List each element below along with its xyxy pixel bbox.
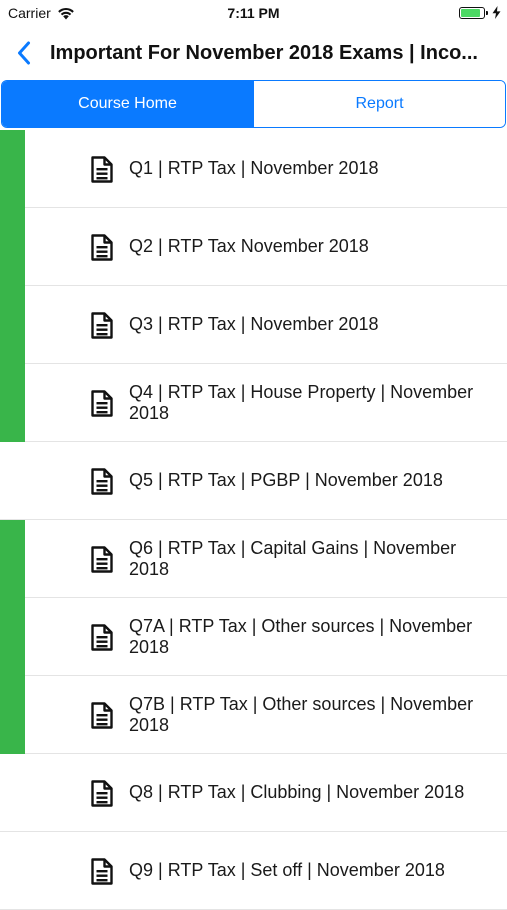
lesson-list: Q1 | RTP Tax | November 2018 Q2 | RTP Tax… xyxy=(0,130,507,910)
list-item[interactable]: Q3 | RTP Tax | November 2018 xyxy=(0,286,507,364)
completed-indicator xyxy=(0,676,25,754)
document-icon xyxy=(90,857,114,885)
completed-indicator xyxy=(0,130,25,208)
list-item[interactable]: Q2 | RTP Tax November 2018 xyxy=(0,208,507,286)
tab-report[interactable]: Report xyxy=(253,81,505,127)
list-item-title: Q7A | RTP Tax | Other sources | November… xyxy=(129,615,473,657)
list-item[interactable]: Q8 | RTP Tax | Clubbing | November 2018 xyxy=(0,754,507,832)
completed-indicator xyxy=(0,520,25,598)
list-item[interactable]: Q7B | RTP Tax | Other sources | November… xyxy=(0,676,507,754)
list-item-title: Q6 | RTP Tax | Capital Gains | November … xyxy=(129,537,457,579)
status-right xyxy=(459,6,501,19)
list-item[interactable]: Q5 | RTP Tax | PGBP | November 2018 xyxy=(0,442,507,520)
completed-indicator xyxy=(0,286,25,364)
document-icon xyxy=(90,779,114,807)
chevron-left-icon xyxy=(18,41,30,65)
back-button[interactable] xyxy=(2,31,46,75)
document-icon xyxy=(90,701,114,729)
document-icon xyxy=(90,545,114,573)
list-item[interactable]: Q7A | RTP Tax | Other sources | November… xyxy=(0,598,507,676)
status-bar: Carrier 7:11 PM xyxy=(0,0,507,28)
list-item-title: Q2 | RTP Tax November 2018 xyxy=(129,236,369,256)
list-item[interactable]: Q9 | RTP Tax | Set off | November 2018 xyxy=(0,832,507,910)
list-item[interactable]: Q1 | RTP Tax | November 2018 xyxy=(0,130,507,208)
charging-bolt-icon xyxy=(492,6,501,19)
document-icon xyxy=(90,389,114,417)
segmented-control: Course Home Report xyxy=(1,80,506,128)
list-item-title: Q8 | RTP Tax | Clubbing | November 2018 xyxy=(129,782,465,802)
completed-indicator xyxy=(0,598,25,676)
status-time: 7:11 PM xyxy=(227,5,280,21)
list-item[interactable]: Q6 | RTP Tax | Capital Gains | November … xyxy=(0,520,507,598)
list-item[interactable]: Q4 | RTP Tax | House Property | November… xyxy=(0,364,507,442)
completed-indicator xyxy=(0,754,25,832)
list-item-title: Q3 | RTP Tax | November 2018 xyxy=(129,314,379,334)
battery-icon xyxy=(459,6,488,19)
page-title: Important For November 2018 Exams | Inco… xyxy=(50,41,478,64)
list-item-title: Q9 | RTP Tax | Set off | November 2018 xyxy=(129,860,445,880)
completed-indicator xyxy=(0,832,25,910)
document-icon xyxy=(90,233,114,261)
navigation-bar: Important For November 2018 Exams | Inco… xyxy=(0,28,507,78)
document-icon xyxy=(90,623,114,651)
document-icon xyxy=(90,311,114,339)
list-item-title: Q5 | RTP Tax | PGBP | November 2018 xyxy=(129,470,443,490)
list-item-title: Q1 | RTP Tax | November 2018 xyxy=(129,158,379,178)
document-icon xyxy=(90,155,114,183)
battery-level xyxy=(461,8,480,17)
completed-indicator xyxy=(0,208,25,286)
completed-indicator xyxy=(0,364,25,442)
document-icon xyxy=(90,467,114,495)
list-item-title: Q4 | RTP Tax | House Property | November… xyxy=(129,381,474,423)
list-item-title: Q7B | RTP Tax | Other sources | November… xyxy=(129,693,474,735)
tab-course-home[interactable]: Course Home xyxy=(2,81,253,127)
completed-indicator xyxy=(0,442,25,520)
